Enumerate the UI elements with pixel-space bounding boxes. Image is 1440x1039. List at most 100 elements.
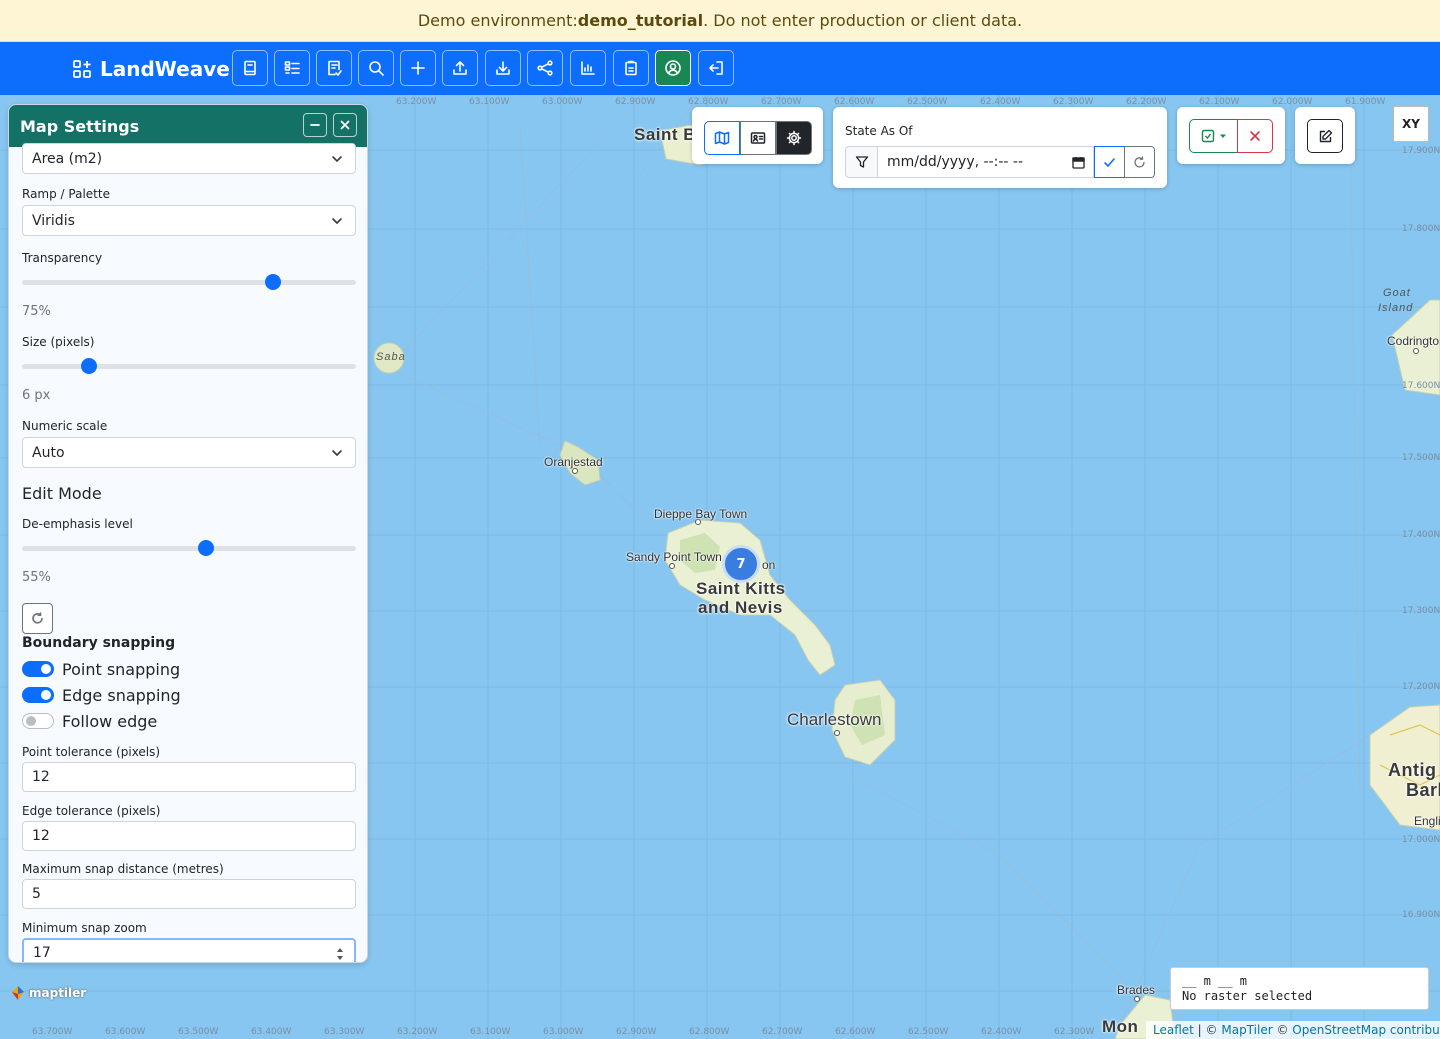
ramp-label: Ramp / Palette bbox=[22, 187, 110, 201]
min-snap-zoom-input[interactable]: 17 bbox=[22, 938, 356, 962]
place-english: Engli bbox=[1414, 814, 1440, 828]
chart-button[interactable] bbox=[570, 50, 606, 86]
place-goat: Goat bbox=[1383, 287, 1411, 299]
place-dieppe-bay-town: Dieppe Bay Town bbox=[654, 507, 748, 521]
account-button[interactable] bbox=[655, 50, 691, 86]
place-sandy-point-town: Sandy Point Town bbox=[626, 550, 722, 564]
maptiler-link[interactable]: MapTiler bbox=[1221, 1023, 1272, 1037]
settings-view-button[interactable] bbox=[776, 121, 812, 155]
coordinate-label: 17.300N bbox=[1402, 606, 1440, 616]
chevron-down-icon bbox=[332, 450, 342, 457]
boundary-snapping-heading: Boundary snapping bbox=[22, 635, 176, 651]
add-button[interactable] bbox=[400, 50, 436, 86]
point-snapping-label: Point snapping bbox=[62, 660, 181, 679]
deemphasis-slider-thumb[interactable] bbox=[197, 540, 214, 556]
coordinate-label: 63.700W bbox=[32, 1027, 73, 1037]
edge-snapping-toggle[interactable] bbox=[22, 687, 54, 703]
size-slider-thumb[interactable] bbox=[80, 358, 97, 374]
check-square-icon bbox=[1201, 129, 1214, 143]
osm-link[interactable]: OpenStreetMap contributors bbox=[1292, 1023, 1440, 1037]
download-icon bbox=[496, 61, 510, 75]
coordinate-label: 17.400N bbox=[1402, 530, 1440, 540]
maptiler-logo-text: maptiler bbox=[29, 986, 87, 1000]
edit-card bbox=[1295, 107, 1355, 164]
brand[interactable]: LandWeave bbox=[72, 54, 230, 84]
apply-date-button[interactable] bbox=[1094, 146, 1125, 178]
size-slider[interactable] bbox=[22, 358, 356, 374]
feature-cluster-marker[interactable]: 7 bbox=[722, 545, 760, 583]
caret-down-icon bbox=[1219, 134, 1226, 138]
transparency-slider[interactable] bbox=[22, 274, 356, 290]
scale-readout: __ m __ m bbox=[1182, 974, 1248, 988]
maptiler-logo[interactable]: maptiler bbox=[10, 985, 86, 1001]
numeric-scale-value: Auto bbox=[32, 444, 65, 461]
select-dropdown-button[interactable] bbox=[1189, 119, 1238, 153]
coordinate-label: 63.100W bbox=[470, 1027, 511, 1037]
book-button[interactable] bbox=[232, 50, 268, 86]
review-button[interactable] bbox=[316, 50, 352, 86]
place-basseterre-fragment: on bbox=[762, 558, 776, 572]
spinner-arrows-icon[interactable] bbox=[336, 946, 344, 962]
upload-button[interactable] bbox=[442, 50, 478, 86]
coordinate-label: 17.200N bbox=[1402, 682, 1440, 692]
map-settings-panel: Map Settings Area (m2) Ramp / Palette Vi… bbox=[8, 104, 368, 963]
clear-selection-button[interactable] bbox=[1237, 119, 1273, 153]
coordinate-label: 62.600W bbox=[835, 1027, 876, 1037]
edge-snapping-label: Edge snapping bbox=[62, 686, 181, 705]
minimize-button[interactable] bbox=[303, 113, 327, 137]
coordinate-label: 17.500N bbox=[1402, 453, 1440, 463]
review-icon bbox=[328, 60, 342, 76]
point-snapping-toggle[interactable] bbox=[22, 661, 54, 677]
clipboard-button[interactable] bbox=[613, 50, 649, 86]
deemphasis-slider[interactable] bbox=[22, 540, 356, 556]
logout-button[interactable] bbox=[698, 50, 734, 86]
point-tolerance-label: Point tolerance (pixels) bbox=[22, 745, 161, 759]
details-view-button[interactable] bbox=[740, 121, 776, 155]
coordinate-label: 17.900N bbox=[1402, 146, 1440, 156]
coordinate-label: 17.000N bbox=[1402, 835, 1440, 845]
plus-icon bbox=[411, 61, 425, 75]
edit-button[interactable] bbox=[1307, 119, 1343, 153]
coordinate-label: 62.000W bbox=[1272, 97, 1313, 107]
ramp-select-value: Viridis bbox=[32, 212, 75, 229]
list-button[interactable] bbox=[274, 50, 310, 86]
upload-icon bbox=[453, 61, 467, 75]
edge-tolerance-input[interactable]: 12 bbox=[22, 821, 356, 851]
brand-name: LandWeave bbox=[100, 57, 230, 81]
banner-env: demo_tutorial bbox=[577, 11, 704, 30]
filter-button[interactable] bbox=[845, 146, 878, 178]
state-datetime-input[interactable]: mm/dd/yyyy, --:-- -- bbox=[877, 146, 1094, 178]
size-label: Size (pixels) bbox=[22, 335, 95, 349]
id-card-icon bbox=[750, 132, 766, 144]
coordinate-label: 62.200W bbox=[1126, 97, 1167, 107]
max-snap-distance-input[interactable]: 5 bbox=[22, 879, 356, 909]
coordinate-label: 63.000W bbox=[543, 1027, 584, 1037]
place-charlestown: Charlestown bbox=[787, 710, 882, 729]
numeric-scale-select[interactable]: Auto bbox=[22, 437, 356, 468]
calendar-icon[interactable] bbox=[1072, 156, 1085, 169]
follow-edge-toggle[interactable] bbox=[22, 713, 54, 729]
reset-deemphasis-button[interactable] bbox=[22, 603, 53, 634]
coordinate-label: 62.100W bbox=[1199, 97, 1240, 107]
point-tolerance-input[interactable]: 12 bbox=[22, 762, 356, 792]
download-button[interactable] bbox=[485, 50, 521, 86]
edge-tolerance-label: Edge tolerance (pixels) bbox=[22, 804, 161, 818]
list-icon bbox=[284, 61, 300, 74]
map-view-button[interactable] bbox=[704, 121, 740, 155]
coordinate-label: 63.200W bbox=[396, 97, 437, 107]
coordinate-label: 63.000W bbox=[542, 97, 583, 107]
transparency-slider-thumb[interactable] bbox=[264, 274, 281, 290]
ramp-select[interactable]: Viridis bbox=[22, 205, 356, 236]
attribute-select[interactable]: Area (m2) bbox=[22, 143, 356, 174]
coordinate-label: 62.800W bbox=[689, 1027, 730, 1037]
reset-date-button[interactable] bbox=[1124, 146, 1155, 178]
close-panel-button[interactable] bbox=[333, 113, 357, 137]
search-button[interactable] bbox=[358, 50, 394, 86]
network-button[interactable] bbox=[527, 50, 563, 86]
chevron-down-icon bbox=[332, 218, 342, 225]
map-attribution: Leaflet | © MapTiler © OpenStreetMap con… bbox=[1146, 1021, 1440, 1039]
grid-logo-icon bbox=[73, 60, 91, 78]
xy-coordinate-button[interactable]: XY bbox=[1393, 106, 1429, 142]
map-icon bbox=[714, 131, 730, 145]
leaflet-link[interactable]: Leaflet bbox=[1153, 1023, 1194, 1037]
